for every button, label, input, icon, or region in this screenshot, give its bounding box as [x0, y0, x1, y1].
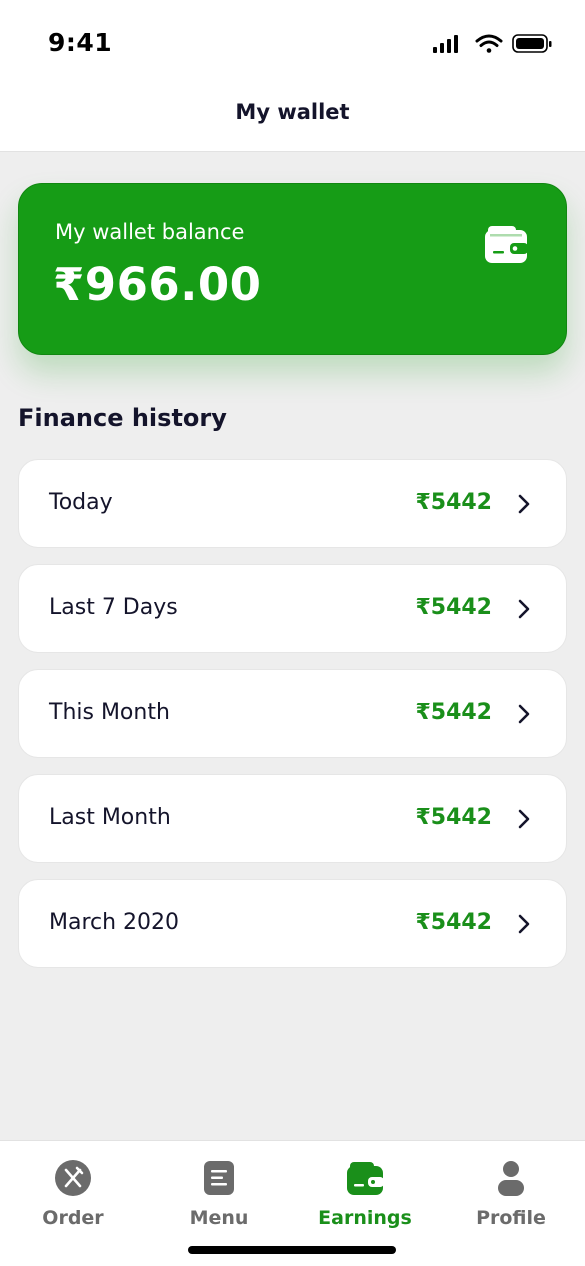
- user-icon: [498, 1161, 524, 1196]
- home-indicator: [188, 1246, 396, 1254]
- nav-item-earnings[interactable]: Earnings: [292, 1159, 438, 1239]
- history-row-this-month[interactable]: This Month ₹5442: [18, 669, 567, 758]
- history-row-amount: ₹5442: [415, 910, 492, 935]
- wallet-balance-label: My wallet balance: [55, 220, 245, 244]
- wallet-balance-amount: ₹966.00: [53, 258, 262, 311]
- chevron-right-icon: [518, 704, 530, 724]
- chevron-right-icon: [518, 809, 530, 829]
- history-row-amount: ₹5442: [415, 700, 492, 725]
- history-row-march-2020[interactable]: March 2020 ₹5442: [18, 879, 567, 968]
- wallet-icon: [347, 1162, 384, 1195]
- fork-knife-icon: [55, 1160, 91, 1196]
- wallet-balance-card: My wallet balance ₹966.00: [18, 183, 567, 355]
- wifi-icon: [475, 34, 503, 53]
- bottom-nav: Order Menu Earnings Profile: [0, 1140, 585, 1266]
- history-row-label: Last Month: [49, 805, 171, 830]
- nav-label: Menu: [189, 1207, 249, 1229]
- page-title: My wallet: [235, 100, 350, 124]
- history-row-last-month[interactable]: Last Month ₹5442: [18, 774, 567, 863]
- nav-label: Order: [42, 1207, 104, 1229]
- nav-item-profile[interactable]: Profile: [438, 1159, 584, 1239]
- nav-label: Profile: [476, 1207, 546, 1229]
- battery-icon: [512, 34, 552, 53]
- nav-item-menu[interactable]: Menu: [146, 1159, 292, 1239]
- status-icons: [433, 34, 552, 53]
- history-row-label: This Month: [49, 700, 170, 725]
- nav-item-order[interactable]: Order: [0, 1159, 146, 1239]
- wallet-screen: 9:41 My wallet My wallet balance ₹966.00…: [0, 0, 585, 1266]
- nav-label: Earnings: [318, 1207, 412, 1229]
- history-row-label: Last 7 Days: [49, 595, 178, 620]
- chevron-right-icon: [518, 494, 530, 514]
- history-row-label: March 2020: [49, 910, 180, 935]
- history-row-amount: ₹5442: [415, 805, 492, 830]
- chevron-right-icon: [518, 599, 530, 619]
- finance-history-title: Finance history: [18, 404, 227, 432]
- document-icon: [204, 1161, 234, 1195]
- status-time: 9:41: [48, 28, 113, 57]
- history-row-amount: ₹5442: [415, 490, 492, 515]
- history-row-label: Today: [49, 490, 113, 515]
- finance-history-list: Today ₹5442 Last 7 Days ₹5442 This Month…: [18, 459, 567, 984]
- wallet-icon: [485, 226, 528, 263]
- history-row-amount: ₹5442: [415, 595, 492, 620]
- top-bar: 9:41 My wallet: [0, 0, 585, 152]
- chevron-right-icon: [518, 914, 530, 934]
- history-row-today[interactable]: Today ₹5442: [18, 459, 567, 548]
- history-row-last-7-days[interactable]: Last 7 Days ₹5442: [18, 564, 567, 653]
- cellular-signal-icon: [433, 35, 458, 53]
